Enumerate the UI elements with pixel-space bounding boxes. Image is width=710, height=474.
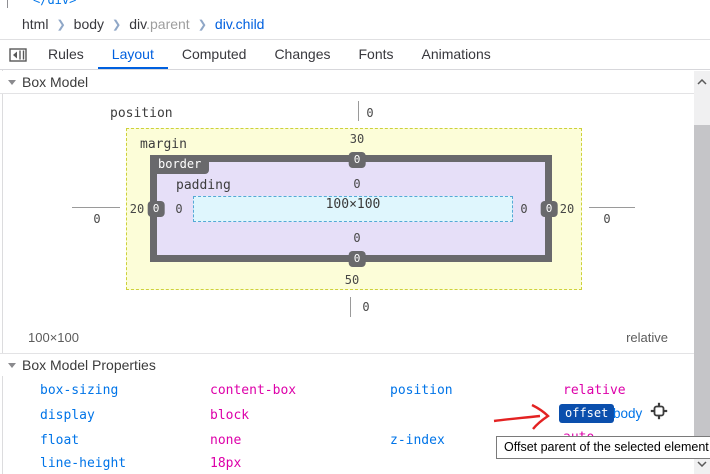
breadcrumb-class: .parent	[146, 16, 190, 32]
position-right-line	[589, 207, 635, 208]
breadcrumb-separator-icon: ❯	[198, 17, 207, 31]
prop-value-box-sizing: content-box	[210, 383, 296, 398]
box-model-properties-header[interactable]: Box Model Properties	[0, 353, 710, 376]
prop-name-display: display	[40, 408, 95, 423]
tab-computed[interactable]: Computed	[168, 40, 261, 69]
margin-left-value[interactable]: 20	[130, 202, 144, 216]
padding-left-value[interactable]: 0	[175, 202, 182, 216]
markup-gutter-line	[7, 0, 8, 8]
padding-bottom-value[interactable]: 0	[353, 231, 360, 245]
position-label: position	[110, 106, 173, 121]
element-size-summary: 100×100	[28, 330, 79, 345]
padding-top-value[interactable]: 0	[353, 177, 360, 191]
prop-name-z-index: z-index	[390, 433, 445, 448]
position-left-value[interactable]: 0	[93, 212, 100, 226]
markup-view-clipped-row: </div>	[0, 0, 710, 8]
box-model-section-header[interactable]: Box Model	[0, 71, 710, 94]
chevron-down-icon	[697, 461, 707, 467]
breadcrumb-item-html[interactable]: html	[22, 16, 48, 32]
sidebar-tabbar: Rules Layout Computed Changes Fonts Anim…	[0, 40, 710, 70]
tab-rules[interactable]: Rules	[34, 40, 98, 69]
position-top-tick	[358, 101, 359, 121]
tab-layout[interactable]: Layout	[98, 40, 168, 69]
scrollbar-thumb[interactable]	[694, 125, 710, 437]
border-top-value[interactable]: 0	[349, 152, 366, 168]
prop-value-float: none	[210, 433, 241, 448]
collapse-sidebar-icon	[9, 48, 27, 62]
breadcrumb-item-div-parent[interactable]: div.parent	[129, 16, 189, 32]
tooltip: Offset parent of the selected element	[496, 436, 710, 459]
padding-label: padding	[176, 178, 231, 193]
prop-value-line-height: 18px	[210, 456, 241, 471]
red-annotation-arrow-icon	[492, 402, 554, 432]
chevron-up-icon	[697, 79, 707, 85]
position-bottom-value[interactable]: 0	[362, 300, 369, 314]
section-title: Box Model	[22, 74, 88, 90]
breadcrumb: html ❯ body ❯ div.parent ❯ div.child	[0, 8, 710, 40]
vertical-scrollbar[interactable]	[694, 71, 710, 474]
clipped-closing-tag: </div>	[33, 0, 76, 7]
prop-value-position: relative	[563, 383, 626, 398]
padding-right-value[interactable]: 0	[520, 202, 527, 216]
border-left-value[interactable]: 0	[148, 201, 165, 217]
margin-label: margin	[140, 137, 187, 152]
position-left-line	[72, 207, 120, 208]
margin-top-value[interactable]: 30	[350, 132, 364, 146]
position-right-value[interactable]: 0	[603, 212, 610, 226]
prop-name-position: position	[390, 383, 453, 398]
section-title: Box Model Properties	[22, 357, 156, 373]
breadcrumb-item-body[interactable]: body	[74, 16, 104, 32]
prop-name-box-sizing: box-sizing	[40, 383, 118, 398]
position-top-value[interactable]: 0	[366, 106, 373, 120]
offset-badge: offset	[559, 404, 614, 423]
border-bottom-value[interactable]: 0	[349, 251, 366, 267]
element-position-summary: relative	[626, 330, 668, 345]
devtools-layout-panel: </div> html ❯ body ❯ div.parent ❯ div.ch…	[0, 0, 710, 474]
scroll-down-button[interactable]	[694, 457, 710, 471]
offset-parent-link[interactable]: body	[613, 406, 642, 421]
triangle-down-icon	[8, 80, 16, 85]
prop-name-float: float	[40, 433, 79, 448]
breadcrumb-item-div-child[interactable]: div.child	[215, 16, 265, 32]
prop-name-line-height: line-height	[40, 456, 126, 471]
tab-changes[interactable]: Changes	[260, 40, 344, 69]
prop-value-display: block	[210, 408, 249, 423]
content-region[interactable]: 100×100	[193, 196, 513, 222]
tab-animations[interactable]: Animations	[408, 40, 505, 69]
breadcrumb-tag: div	[129, 16, 146, 32]
crosshair-icon[interactable]	[650, 402, 668, 420]
margin-right-value[interactable]: 20	[560, 202, 574, 216]
collapse-sidebar-button[interactable]	[6, 44, 30, 65]
position-bottom-tick	[350, 297, 351, 317]
tab-fonts[interactable]: Fonts	[344, 40, 407, 69]
border-right-value[interactable]: 0	[541, 201, 558, 217]
triangle-down-icon	[8, 363, 16, 368]
margin-bottom-value[interactable]: 50	[345, 273, 359, 287]
border-label: border	[150, 155, 209, 174]
breadcrumb-separator-icon: ❯	[56, 17, 65, 31]
breadcrumb-separator-icon: ❯	[112, 17, 121, 31]
scroll-up-button[interactable]	[694, 75, 710, 89]
